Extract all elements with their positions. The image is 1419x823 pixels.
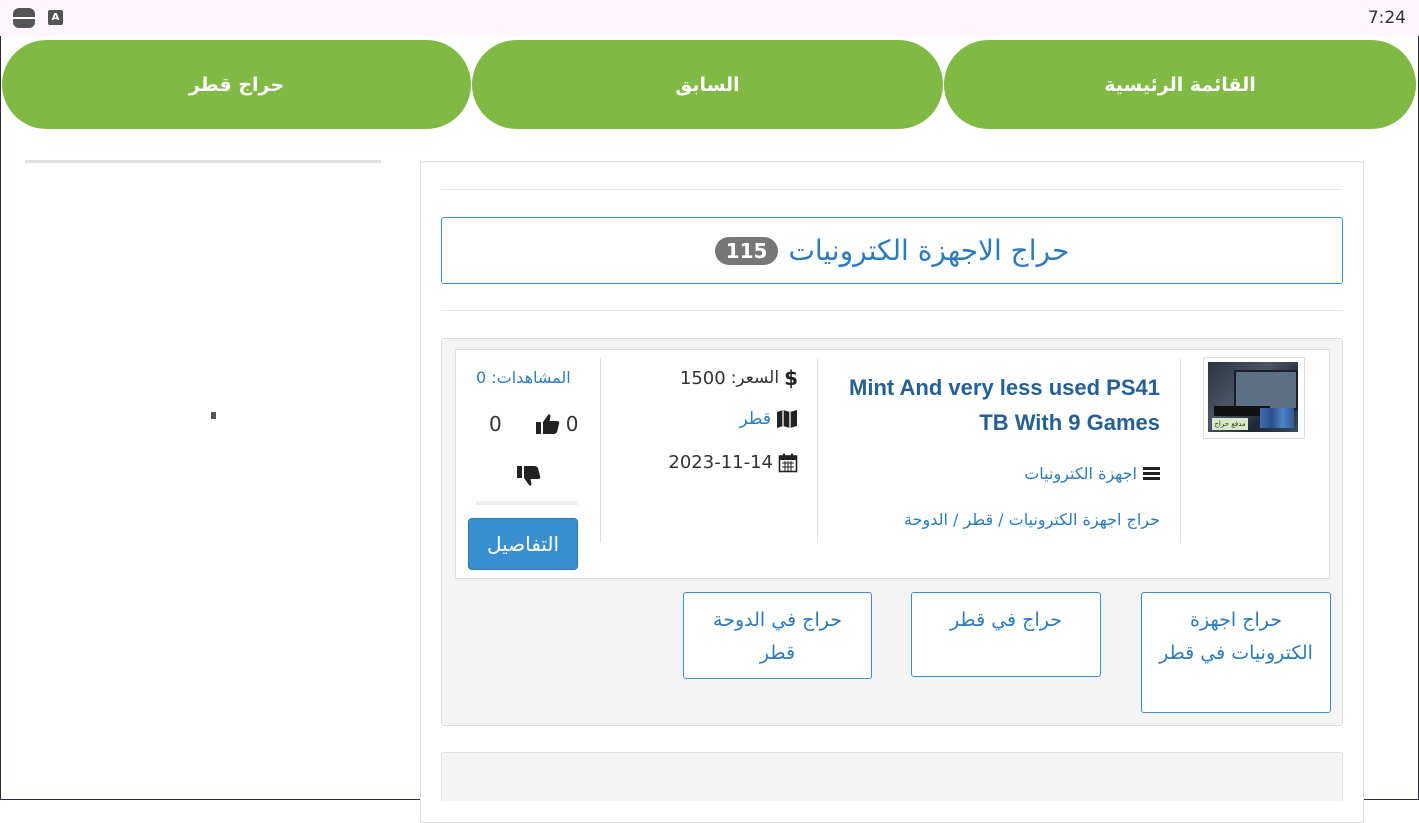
status-bar: A 7:24 (0, 0, 1419, 36)
price-label: السعر: (730, 368, 780, 388)
calendar-icon (778, 453, 798, 472)
panel-divider-top (441, 189, 1342, 190)
panel-divider-bottom (441, 310, 1342, 311)
category-header[interactable]: حراج الاجهزة الكترونيات 115 (441, 217, 1343, 284)
button-divider (476, 501, 578, 505)
thumbs-down-icon[interactable] (517, 463, 541, 489)
location-link: قطر (739, 409, 771, 429)
details-button[interactable]: التفاصيل (468, 518, 578, 570)
date-row: 2023-11-14 (668, 452, 798, 473)
qatar-haraj-button[interactable]: حراج قطر (2, 40, 471, 129)
minus-circle-icon (13, 8, 35, 28)
price-value: 1500 (679, 367, 726, 389)
listing-title-link[interactable]: Mint And very less used PS41 TB With 9 G… (830, 370, 1160, 440)
views-count: المشاهدات: 0 (476, 368, 571, 387)
tag-haraj-qatar[interactable]: حراج في قطر (911, 592, 1101, 677)
category-title: حراج الاجهزة الكترونيات (788, 234, 1070, 267)
thumbnail-watermark: مدفع حراج (1212, 418, 1248, 430)
next-listing-card (441, 752, 1343, 801)
bars-icon (1143, 466, 1160, 481)
dollar-icon: $ (784, 366, 798, 390)
category-count-badge: 115 (714, 236, 779, 265)
vote-row: 0 0 (489, 412, 578, 436)
status-time: 7:24 (1367, 8, 1406, 28)
thumbs-up-icon[interactable] (535, 413, 560, 435)
price-row: $ السعر: 1500 (680, 366, 798, 390)
like-count: 0 (565, 412, 579, 436)
listing-thumbnail[interactable]: مدفع حراج (1203, 357, 1305, 439)
listing-category-label: اجهزة الكترونيات (1024, 464, 1137, 483)
listing-date: 2023-11-14 (668, 452, 773, 473)
map-icon (777, 410, 797, 428)
a-badge-icon: A (48, 10, 63, 25)
column-divider (817, 358, 818, 542)
column-divider (1180, 358, 1181, 542)
ps4-photo: مدفع حراج (1208, 362, 1298, 432)
listing-category[interactable]: اجهزة الكترونيات (1024, 464, 1160, 483)
tag-haraj-doha[interactable]: حراج في الدوحة قطر (683, 592, 872, 679)
previous-button[interactable]: السابق (472, 40, 943, 129)
sidebar-dot (211, 412, 216, 419)
dislike-count: 0 (489, 412, 502, 436)
column-divider (600, 358, 601, 542)
sidebar-divider (25, 160, 381, 163)
home-menu-button[interactable]: القائمة الرئيسية (944, 40, 1416, 129)
listing-breadcrumb-link[interactable]: حراج اجهزة الكترونيات / قطر / الدوحة (904, 510, 1160, 529)
location-row[interactable]: قطر (740, 409, 798, 429)
tag-electronics-qatar[interactable]: حراج اجهزة الكترونيات في قطر (1141, 592, 1331, 713)
